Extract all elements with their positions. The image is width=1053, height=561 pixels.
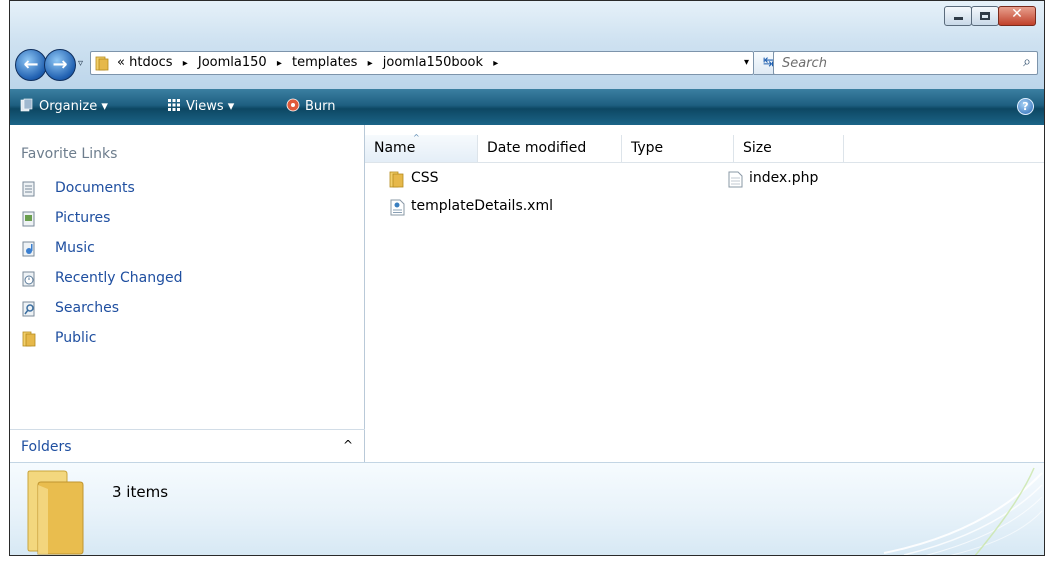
breadcrumb-separator-icon[interactable]: ▸ [493, 58, 498, 69]
favorite-links-heading: Favorite Links [21, 146, 118, 162]
searches-icon [22, 301, 35, 317]
organize-label: Organize ▾ [39, 99, 108, 114]
column-size-label: Size [743, 140, 772, 156]
music-icon [22, 241, 35, 257]
folders-section[interactable]: Folders ^ [10, 429, 365, 462]
breadcrumb-templates[interactable]: templates [292, 55, 357, 70]
maximize-icon [980, 12, 990, 20]
details-pane: 3 items [10, 462, 1044, 555]
list-item-label: index.php [749, 170, 819, 186]
explorer-window: ✕ ← → ▿ « htdocs ▸ Joomla150 ▸ templates… [9, 0, 1045, 556]
address-bar[interactable]: « htdocs ▸ Joomla150 ▸ templates ▸ jooml… [90, 51, 754, 75]
breadcrumb: « htdocs ▸ Joomla150 ▸ templates ▸ jooml… [117, 55, 504, 70]
back-button[interactable]: ← [15, 49, 47, 81]
folders-label: Folders [21, 439, 72, 455]
help-icon: ? [1022, 100, 1029, 113]
list-item-label: CSS [411, 170, 439, 186]
breadcrumb-joomla150[interactable]: Joomla150 [198, 55, 267, 70]
column-size[interactable]: Size [734, 135, 844, 162]
folder-icon [22, 331, 36, 347]
breadcrumb-htdocs[interactable]: htdocs [129, 55, 172, 70]
favorite-public-label: Public [55, 330, 97, 346]
views-button[interactable]: Views ▾ [167, 98, 234, 114]
close-button[interactable]: ✕ [998, 6, 1036, 26]
documents-icon [22, 181, 35, 197]
maximize-button[interactable] [971, 6, 999, 26]
forward-arrow-icon: → [52, 54, 68, 75]
help-button[interactable]: ? [1017, 98, 1034, 115]
breadcrumb-separator-icon[interactable]: ▸ [183, 58, 188, 69]
burn-button[interactable]: Burn [286, 98, 336, 114]
column-type-label: Type [631, 140, 664, 156]
navigation-pane: Favorite Links Documents Pictures Music … [10, 125, 365, 462]
file-icon [728, 171, 743, 188]
views-icon [168, 99, 180, 111]
command-bar: Organize ▾ Views ▾ Burn ? [10, 89, 1044, 125]
folder-icon [95, 56, 109, 71]
close-icon: ✕ [1011, 6, 1023, 22]
folder-icon [389, 171, 404, 188]
item-count: 3 items [112, 483, 169, 501]
search-icon[interactable]: ⌕ [1023, 54, 1031, 70]
chevron-up-icon[interactable]: ^ [343, 438, 353, 452]
decorative-swoosh [883, 467, 1043, 555]
organize-button[interactable]: Organize ▾ [20, 98, 108, 114]
burn-disc-icon [286, 98, 300, 112]
breadcrumb-separator-icon[interactable]: ▸ [368, 58, 373, 69]
xml-file-icon [390, 199, 405, 216]
favorite-documents-label: Documents [55, 180, 135, 196]
window-controls: ✕ [944, 6, 1036, 26]
breadcrumb-overflow[interactable]: « [117, 55, 125, 70]
recent-pages-dropdown[interactable]: ▿ [78, 58, 83, 69]
minimize-icon [954, 17, 963, 20]
search-placeholder: Search [782, 56, 827, 71]
favorite-recently-changed-label: Recently Changed [55, 270, 183, 286]
breadcrumb-separator-icon[interactable]: ▸ [277, 58, 282, 69]
pictures-icon [22, 211, 35, 227]
column-date-modified[interactable]: Date modified [478, 135, 622, 162]
column-type[interactable]: Type [622, 135, 734, 162]
column-name-label: Name [374, 140, 416, 156]
folder-icon [27, 470, 84, 555]
address-dropdown-icon[interactable]: ▾ [744, 57, 749, 68]
minimize-button[interactable] [944, 6, 972, 26]
recently-changed-icon [22, 271, 35, 287]
back-arrow-icon: ← [23, 54, 39, 75]
column-header: ^ Name Date modified Type Size [365, 133, 1044, 163]
search-input[interactable]: Search ⌕ [773, 51, 1038, 75]
file-list: ^ Name Date modified Type Size CSS index [365, 125, 1044, 462]
forward-button[interactable]: → [44, 49, 76, 81]
favorite-music-label: Music [55, 240, 95, 256]
favorite-pictures-label: Pictures [55, 210, 111, 226]
burn-label: Burn [305, 99, 336, 114]
column-name[interactable]: ^ Name [365, 133, 478, 162]
organize-icon [20, 98, 33, 112]
favorite-searches-label: Searches [55, 300, 120, 316]
column-date-modified-label: Date modified [487, 140, 587, 156]
title-bar: ✕ ← → ▿ « htdocs ▸ Joomla150 ▸ templates… [10, 1, 1044, 89]
list-item-label: templateDetails.xml [411, 198, 553, 214]
views-label: Views ▾ [186, 99, 235, 114]
breadcrumb-joomla150book[interactable]: joomla150book [383, 55, 483, 70]
